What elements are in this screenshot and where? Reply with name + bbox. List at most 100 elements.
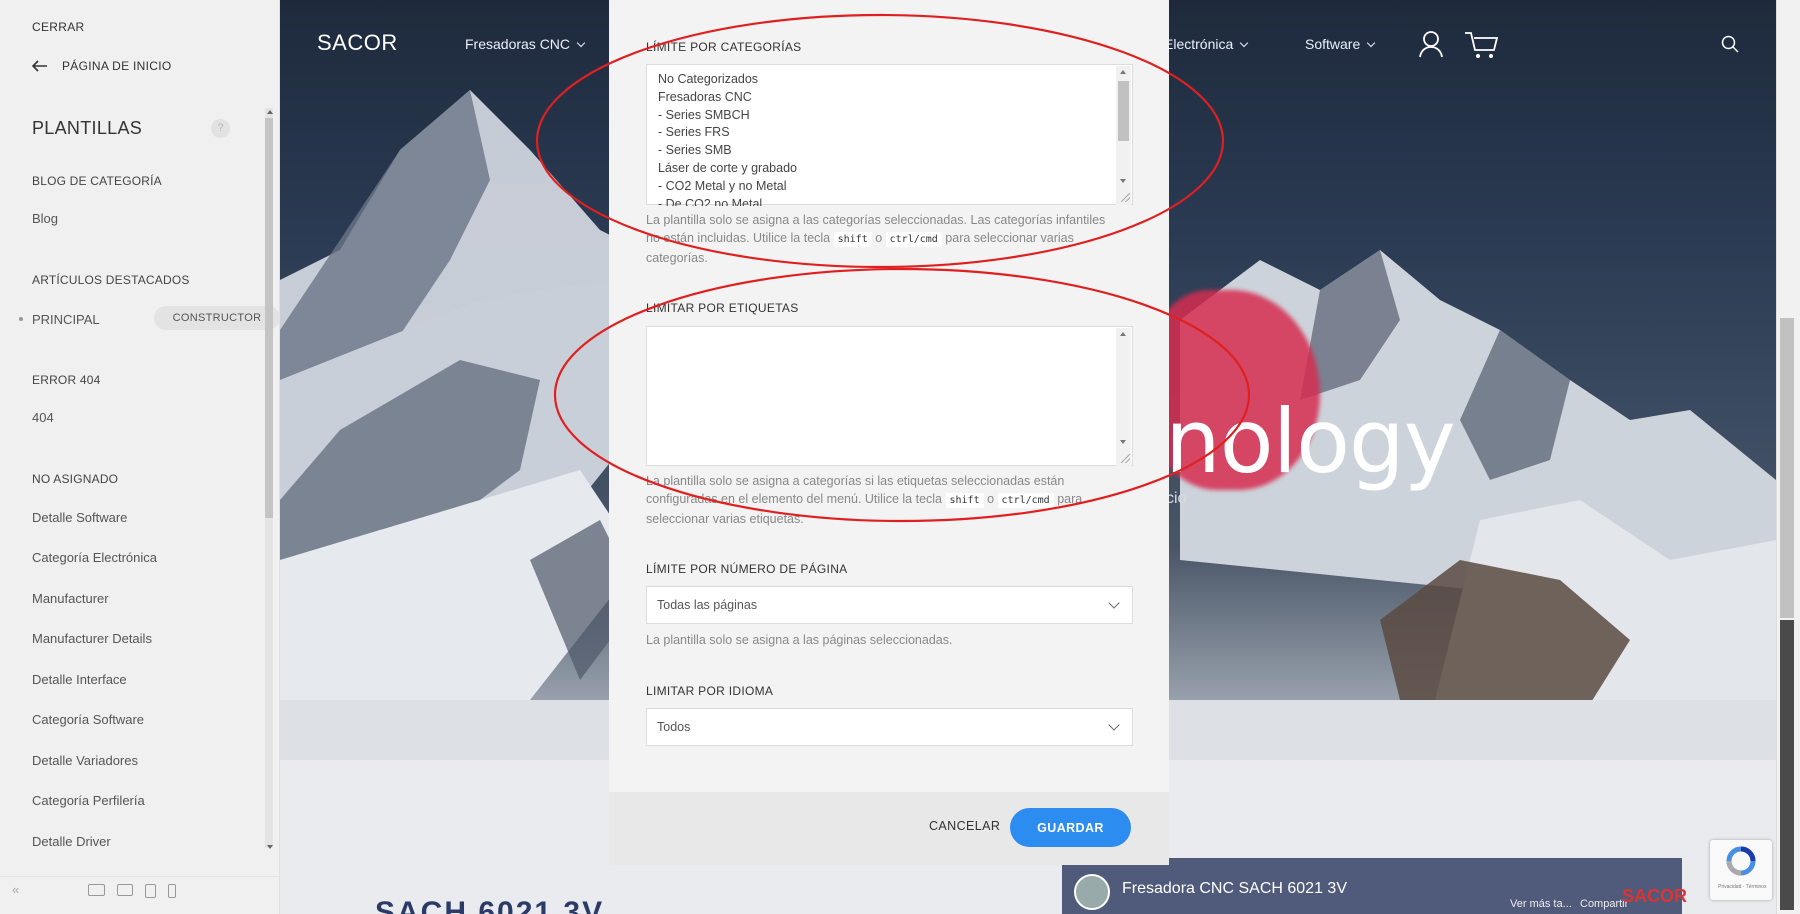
chevron-down-icon [1367,38,1376,48]
listbox-scrollbar-thumb[interactable] [1118,81,1129,141]
cart-icon[interactable] [1464,30,1500,60]
template-item-blog[interactable]: Blog [32,211,58,226]
sidebar: CERRAR PÁGINA DE INICIO PLANTILLAS ? BLO… [0,0,280,914]
close-link[interactable]: CERRAR [32,20,84,34]
sidebar-scrollbar-thumb[interactable] [265,118,273,518]
category-option[interactable]: - CO2 Metal y no Metal [658,178,797,196]
categories-label: LÍMITE POR CATEGORÍAS [646,40,802,54]
template-item[interactable]: Detalle Software [32,510,127,525]
tags-label: LIMITAR POR ETIQUETAS [646,301,799,315]
template-item[interactable]: Categoría Software [32,712,144,727]
scroll-down-arrow-icon[interactable] [1120,179,1126,183]
nav-fresadoras[interactable]: Fresadoras CNC [465,36,586,52]
template-item[interactable]: Manufacturer Details [32,631,152,646]
video-embed[interactable]: Fresadora CNC SACH 6021 3V Ver más ta...… [1062,858,1687,914]
scroll-up-arrow-icon[interactable] [1120,70,1126,74]
scroll-down-arrow-icon[interactable] [1120,440,1126,444]
home-label: PÁGINA DE INICIO [62,59,172,73]
scroll-down-arrow-icon[interactable] [267,845,273,849]
listbox-scrollbar[interactable] [1116,328,1131,466]
category-option[interactable]: - Series SMBCH [658,107,797,125]
category-option[interactable]: Láser de corte y grabado [658,160,797,178]
recaptcha-text[interactable]: Privacidad - Términos [1718,884,1767,890]
key-shift: shift [945,493,984,508]
user-icon[interactable] [1418,30,1444,58]
template-item[interactable]: Categoría Perfilería [32,793,145,808]
section-heading: ARTÍCULOS DESTACADOS [32,273,190,287]
page-number-help: La plantilla solo se asigna a las página… [646,633,953,647]
chevron-down-icon [1108,719,1120,731]
hero-title: nology [1165,390,1456,493]
device-switcher [88,884,176,898]
collapse-sidebar-icon[interactable]: « [12,882,19,897]
page-scrollbar-thumb[interactable] [1780,318,1794,618]
desktop-icon[interactable] [88,884,105,896]
cancel-button[interactable]: CANCELAR [929,819,1000,833]
categories-multiselect[interactable]: No Categorizados Fresadoras CNC - Series… [646,64,1133,206]
section-heading: BLOG DE CATEGORÍA [32,174,162,188]
template-item[interactable]: Detalle Interface [32,672,127,687]
chevron-down-icon [1108,597,1120,609]
template-item[interactable]: Categoría Electrónica [32,550,157,565]
key-shift: shift [833,232,872,247]
constructor-badge[interactable]: CONSTRUCTOR [154,306,280,330]
template-item-principal[interactable]: PRINCIPAL [32,312,100,327]
save-button[interactable]: GUARDAR [1010,808,1131,847]
nav-software[interactable]: Software [1305,36,1376,52]
chevron-down-icon [1240,38,1249,48]
language-select[interactable]: Todos [646,708,1133,746]
scroll-up-arrow-icon[interactable] [267,110,273,114]
nav-label: Electrónica [1164,36,1234,52]
modal-footer: CANCELAR GUARDAR [609,792,1169,865]
template-settings-modal: LÍMITE POR CATEGORÍAS No Categorizados F… [609,0,1169,865]
page-heading-partial: SACH 6021 3V [375,896,605,914]
video-title[interactable]: Fresadora CNC SACH 6021 3V [1122,880,1347,898]
recaptcha-badge[interactable]: Privacidad - Términos [1710,840,1772,900]
section-heading: ERROR 404 [32,373,101,387]
mobile-icon[interactable] [168,884,176,898]
page-number-value: Todas las páginas [657,598,758,612]
channel-avatar [1074,874,1110,910]
key-ctrl: ctrl/cmd [997,493,1054,508]
help-icon[interactable]: ? [211,119,230,138]
tags-multiselect[interactable] [646,326,1133,466]
chevron-down-icon [576,38,586,48]
laptop-icon[interactable] [117,884,133,896]
nav-label: Software [1305,36,1361,52]
resize-grip-icon[interactable] [1121,193,1130,202]
home-link[interactable]: PÁGINA DE INICIO [32,59,172,73]
template-item[interactable]: Manufacturer [32,591,109,606]
category-option[interactable]: - De CO2 no Metal [658,196,797,206]
resize-grip-icon[interactable] [1121,454,1130,463]
page-scrollbar-region[interactable] [1780,620,1794,910]
sidebar-title: PLANTILLAS [32,118,143,138]
language-value: Todos [657,720,691,734]
hero-subtitle: cio [1166,490,1187,507]
language-label: LIMITAR POR IDIOMA [646,684,774,698]
watch-later-button[interactable]: Ver más ta... [1510,898,1572,910]
template-item[interactable]: Detalle Driver [32,834,111,849]
site-logo[interactable]: SACOR [317,30,398,56]
tags-help: La plantilla solo se asigna a categorías… [646,472,1116,528]
page-number-label: LÍMITE POR NÚMERO DE PÁGINA [646,562,848,576]
section-heading: NO ASIGNADO [32,472,119,486]
categories-help: La plantilla solo se asigna a las catego… [646,211,1116,267]
template-item-404[interactable]: 404 [32,410,54,425]
category-option[interactable]: Fresadoras CNC [658,89,797,107]
recaptcha-icon [1726,846,1756,876]
categories-options: No Categorizados Fresadoras CNC - Series… [658,71,797,206]
category-option[interactable]: - Series SMB [658,142,797,160]
nav-electronica[interactable]: Electrónica [1164,36,1249,52]
category-option[interactable]: - Series FRS [658,124,797,142]
scroll-up-arrow-icon[interactable] [1120,332,1126,336]
help-text-part: o [987,492,995,506]
help-text-part: o [875,231,883,245]
video-brand-logo: SACOR [1622,886,1688,906]
search-icon[interactable] [1721,35,1739,53]
key-ctrl: ctrl/cmd [885,232,942,247]
template-item[interactable]: Detalle Variadores [32,753,138,768]
page-number-select[interactable]: Todas las páginas [646,586,1133,624]
tablet-icon[interactable] [145,884,156,898]
category-option[interactable]: No Categorizados [658,71,797,89]
active-bullet [19,317,23,321]
